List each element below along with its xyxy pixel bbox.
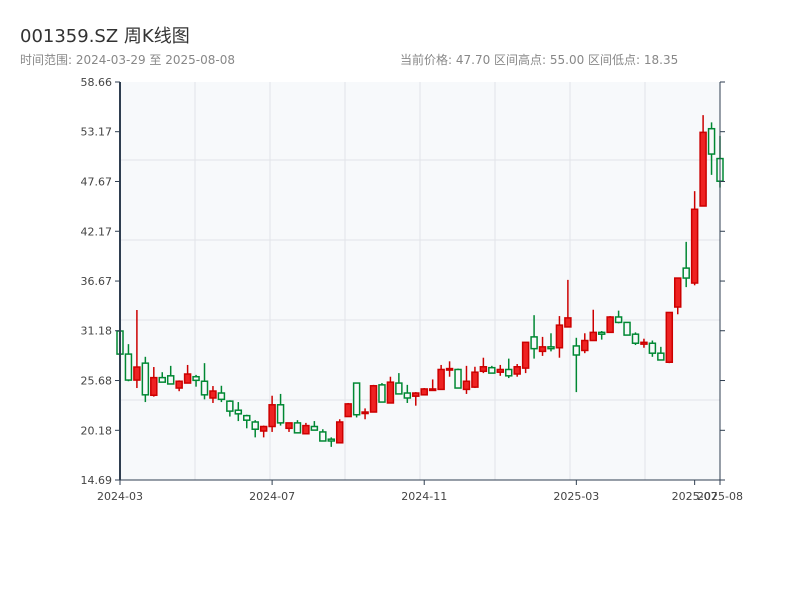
candle-body bbox=[564, 317, 572, 328]
candle-body bbox=[200, 380, 209, 396]
candle bbox=[352, 382, 361, 418]
y-tick-label: 14.69 bbox=[81, 474, 113, 487]
candle-body bbox=[538, 346, 547, 353]
x-tick-label: 2024-07 bbox=[249, 490, 295, 503]
candle-body bbox=[183, 373, 192, 384]
candle-body bbox=[361, 411, 369, 415]
candle-body bbox=[581, 339, 589, 352]
candle-body bbox=[479, 366, 488, 373]
candle-body bbox=[310, 425, 319, 431]
candle-body bbox=[386, 381, 395, 404]
candle-body bbox=[158, 376, 167, 383]
candle-body bbox=[243, 414, 251, 421]
candle-body bbox=[437, 368, 445, 391]
candle-body bbox=[276, 404, 285, 424]
candle-body bbox=[124, 353, 133, 381]
candle-body bbox=[412, 392, 420, 397]
candle-body bbox=[488, 366, 496, 374]
x-tick-label: 2024-03 bbox=[97, 490, 143, 503]
candle bbox=[335, 419, 344, 444]
candle bbox=[665, 311, 674, 364]
candle-body bbox=[226, 400, 234, 412]
candle-body bbox=[614, 316, 623, 324]
candle bbox=[606, 316, 614, 334]
candle-body bbox=[150, 376, 158, 397]
candle-body bbox=[403, 392, 412, 399]
candle-body bbox=[555, 324, 564, 349]
candle-body bbox=[496, 368, 505, 373]
candle-body bbox=[657, 352, 665, 361]
candle-body bbox=[504, 368, 513, 377]
x-tick-label: 2024-11 bbox=[401, 490, 447, 503]
candle bbox=[369, 384, 378, 413]
candle-body bbox=[344, 403, 352, 418]
candle-body bbox=[352, 382, 361, 416]
candle bbox=[141, 356, 150, 403]
candle-body bbox=[673, 277, 682, 308]
candle-body bbox=[259, 425, 268, 432]
candle-body bbox=[217, 392, 226, 401]
candle-body bbox=[369, 385, 378, 413]
candle-body bbox=[572, 345, 581, 356]
candle-body bbox=[268, 404, 276, 428]
candle-body bbox=[234, 409, 243, 415]
candle bbox=[488, 365, 496, 374]
y-tick-label: 47.67 bbox=[81, 175, 113, 188]
y-tick-label: 53.17 bbox=[81, 126, 113, 139]
candle-body bbox=[513, 366, 521, 375]
x-tick-label: 2025-08 bbox=[697, 490, 743, 503]
candle-body bbox=[589, 331, 597, 342]
candle-body bbox=[293, 422, 302, 434]
candle-body bbox=[175, 380, 183, 389]
candle bbox=[521, 341, 530, 374]
candle bbox=[420, 388, 428, 396]
candle-body bbox=[192, 375, 200, 382]
candle-body bbox=[707, 127, 716, 155]
candle-body bbox=[521, 341, 530, 369]
candle-body bbox=[141, 362, 150, 396]
x-tick-label: 2025-03 bbox=[553, 490, 599, 503]
candle-body bbox=[319, 431, 327, 442]
candle-body bbox=[428, 388, 437, 392]
candle-body bbox=[395, 382, 403, 395]
candle-body bbox=[597, 331, 606, 335]
candle-body bbox=[454, 368, 462, 389]
candle-body bbox=[699, 131, 707, 207]
candlestick-chart: 58.66 53.17 47.67 42.17 36.67 31.18 25.68 20.18… bbox=[81, 76, 743, 503]
candle bbox=[378, 383, 386, 403]
candle-body bbox=[327, 438, 336, 442]
candle-body bbox=[378, 384, 386, 403]
candle-body bbox=[285, 422, 293, 430]
y-tick-label: 58.66 bbox=[81, 76, 113, 89]
candle-body bbox=[445, 367, 454, 371]
y-tick-label: 36.67 bbox=[81, 275, 113, 288]
candle-body bbox=[209, 390, 217, 399]
y-tick-label: 42.17 bbox=[81, 225, 113, 238]
y-tick-label: 20.18 bbox=[81, 424, 113, 437]
candle-body bbox=[631, 333, 640, 344]
candle bbox=[631, 332, 640, 346]
candle bbox=[344, 402, 352, 418]
y-tick-label: 25.68 bbox=[81, 375, 113, 388]
candle-body bbox=[640, 341, 648, 345]
candle-body bbox=[665, 311, 674, 363]
candle-body bbox=[471, 371, 479, 388]
candle-body bbox=[547, 346, 555, 350]
candle-body bbox=[623, 321, 631, 336]
candle bbox=[623, 321, 631, 336]
candle-body bbox=[690, 208, 699, 284]
candle-body bbox=[606, 316, 614, 334]
candle-body bbox=[530, 336, 538, 350]
candle-body bbox=[302, 424, 310, 435]
candle-body bbox=[251, 421, 259, 430]
candle-body bbox=[335, 421, 344, 444]
y-tick-label: 31.18 bbox=[81, 325, 113, 338]
candle-body bbox=[420, 388, 428, 396]
candle-body bbox=[462, 380, 471, 391]
candle-body bbox=[682, 267, 690, 279]
candle bbox=[454, 368, 462, 389]
candle-body bbox=[133, 366, 141, 381]
candle-body bbox=[166, 375, 175, 385]
candle-body bbox=[648, 342, 657, 354]
